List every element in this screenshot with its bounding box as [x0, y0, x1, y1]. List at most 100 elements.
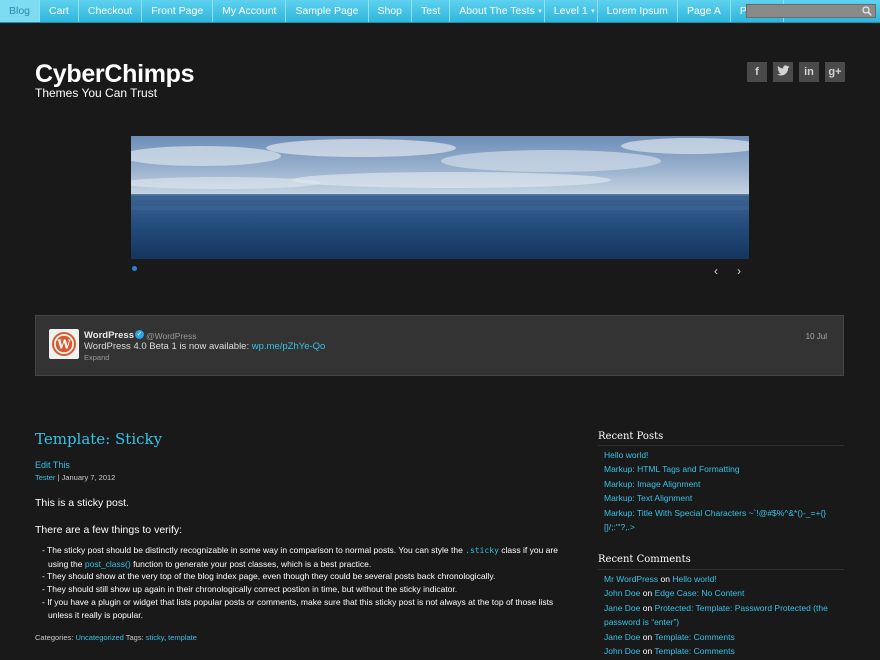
wordpress-logo-icon[interactable]: W [49, 329, 79, 359]
nav-item-label: Test [421, 5, 441, 17]
tweet-text: WordPress 4.0 Beta 1 is now available: w… [84, 341, 325, 352]
comment-author-link[interactable]: Jane Doe [604, 632, 640, 642]
categories-label: Categories: [35, 633, 76, 642]
nav-item-lorem-ipsum[interactable]: Lorem Ipsum [598, 0, 678, 22]
post-footer: Categories: Uncategorized Tags: sticky, … [35, 633, 197, 642]
nav-item-label: Sample Page [295, 5, 359, 17]
list-item-text: - The sticky post should be distinctly r… [42, 545, 466, 555]
on-label: on [640, 631, 655, 642]
edit-post-link[interactable]: Edit This [35, 460, 70, 470]
facebook-icon[interactable]: f [747, 62, 767, 82]
svg-text:W: W [56, 338, 71, 352]
comment-post-link[interactable]: Template: Comments [654, 632, 734, 642]
tweet-author-name[interactable]: WordPress [84, 330, 134, 341]
widget-divider [598, 569, 844, 570]
chevron-down-icon: ▾ [538, 8, 542, 15]
list-item: - The sticky post should be distinctly r… [42, 544, 572, 570]
search-box[interactable] [746, 4, 876, 18]
on-label: on [640, 646, 655, 657]
nav-menu: Blog Cart Checkout Front Page My Account Samp… [0, 0, 785, 22]
post-class-link[interactable]: post_class() [85, 559, 131, 569]
tag-link[interactable]: sticky [146, 633, 164, 642]
recent-comment-item: Jane Doe on Protected: Template: Passwor… [604, 601, 839, 630]
on-label: on [640, 588, 655, 599]
recent-posts-list: Hello world! Markup: HTML Tags and Format… [604, 448, 839, 534]
comment-post-link[interactable]: Edge Case: No Content [655, 588, 745, 598]
post-paragraph: This is a sticky post. [35, 497, 129, 509]
nav-item-label: Front Page [151, 5, 204, 17]
post-meta: Tester | January 7, 2012 [35, 473, 115, 482]
nav-item-test[interactable]: Test [412, 0, 451, 22]
tags-label: Tags: [123, 633, 146, 642]
nav-item-level-1[interactable]: Level 1 ▾ [545, 0, 598, 22]
comment-author-link[interactable]: Jane Doe [604, 603, 640, 613]
nav-item-my-account[interactable]: My Account [213, 0, 287, 22]
category-link[interactable]: Uncategorized [75, 633, 123, 642]
search-icon[interactable] [862, 6, 872, 16]
nav-item-front-page[interactable]: Front Page [142, 0, 214, 22]
nav-item-label: Page A [686, 5, 721, 17]
nav-item-label: Lorem Ipsum [606, 5, 668, 17]
recent-comment-item: John Doe on Edge Case: No Content [604, 586, 839, 600]
nav-item-checkout[interactable]: Checkout [79, 0, 143, 22]
nav-item-blog[interactable]: Blog [0, 0, 41, 22]
nav-item-label: Checkout [87, 5, 133, 17]
nav-item-label: My Account [222, 5, 277, 17]
list-item: - They should still show up again in the… [42, 584, 458, 595]
comment-author-link[interactable]: John Doe [604, 588, 640, 598]
recent-post-link[interactable]: Markup: HTML Tags and Formatting [604, 462, 839, 476]
comment-post-link[interactable]: Hello world! [672, 574, 716, 584]
sea-landscape-image [131, 136, 749, 259]
slider-image[interactable] [131, 136, 749, 259]
site-title[interactable]: CyberChimps [35, 60, 195, 89]
post-title[interactable]: Template: Sticky [35, 430, 162, 448]
list-item: - If you have a plugin or widget that li… [42, 596, 554, 620]
widget-divider [598, 445, 844, 446]
nav-item-about-the-tests[interactable]: About The Tests ▾ [450, 0, 545, 22]
nav-item-page-a[interactable]: Page A [678, 0, 731, 22]
linkedin-icon[interactable]: in [799, 62, 819, 82]
comment-post-link[interactable]: Template: Comments [654, 646, 734, 656]
list-item-text: function to generate your post classes, … [130, 558, 372, 569]
tag-link[interactable]: template [168, 633, 197, 642]
nav-item-label: Cart [49, 5, 69, 17]
post-checklist: - The sticky post should be distinctly r… [42, 544, 572, 621]
nav-item-shop[interactable]: Shop [369, 0, 413, 22]
nav-item-sample-page[interactable]: Sample Page [286, 0, 369, 22]
nav-item-label: About The Tests [459, 5, 535, 17]
nav-item-label: Blog [9, 5, 31, 17]
tweet-author-handle[interactable]: @WordPress [146, 331, 197, 341]
nav-item-cart[interactable]: Cart [40, 0, 79, 22]
tweet-text-body: WordPress 4.0 Beta 1 is now available: [84, 341, 250, 352]
tweet-expand-link[interactable]: Expand [84, 353, 109, 362]
recent-comments-title: Recent Comments [598, 554, 691, 565]
comment-author-link[interactable]: John Doe [604, 646, 640, 656]
on-label: on [658, 574, 673, 584]
slider-prev-arrow[interactable]: ‹ [714, 265, 718, 277]
post-paragraph: There are a few things to verify: [35, 524, 183, 536]
google-plus-icon[interactable]: g+ [825, 62, 845, 82]
recent-comments-list: Mr WordPress on Hello world! John Doe on … [604, 572, 839, 658]
recent-post-link[interactable]: Hello world! [604, 448, 839, 462]
nav-item-label: Level 1 [553, 5, 588, 17]
recent-post-link[interactable]: Markup: Text Alignment [604, 491, 839, 505]
site-tagline: Themes You Can Trust [35, 86, 158, 100]
comment-author-link[interactable]: Mr WordPress [604, 574, 658, 584]
top-nav: Blog Cart Checkout Front Page My Account Samp… [0, 0, 880, 23]
recent-posts-title: Recent Posts [598, 431, 664, 442]
nav-item-label: Shop [377, 5, 403, 17]
inline-code: .sticky [465, 546, 499, 555]
twitter-icon[interactable] [773, 62, 793, 82]
post-author-link[interactable]: Tester [35, 473, 55, 482]
tweet-link[interactable]: wp.me/pZhYe-Qo [252, 341, 326, 352]
on-label: on [640, 602, 655, 613]
tweet-date[interactable]: 10 Jul [806, 332, 827, 341]
recent-comment-item: John Doe on Template: Comments [604, 644, 839, 658]
verified-icon: ✓ [135, 330, 144, 339]
recent-comment-item: Jane Doe on Template: Comments [604, 630, 839, 644]
slider-next-arrow[interactable]: › [737, 265, 741, 277]
slider-pager-dot[interactable] [132, 266, 137, 271]
recent-comment-item: Mr WordPress on Hello world! [604, 572, 839, 586]
recent-post-link[interactable]: Markup: Title With Special Characters ~`… [604, 506, 839, 535]
recent-post-link[interactable]: Markup: Image Alignment [604, 477, 839, 491]
